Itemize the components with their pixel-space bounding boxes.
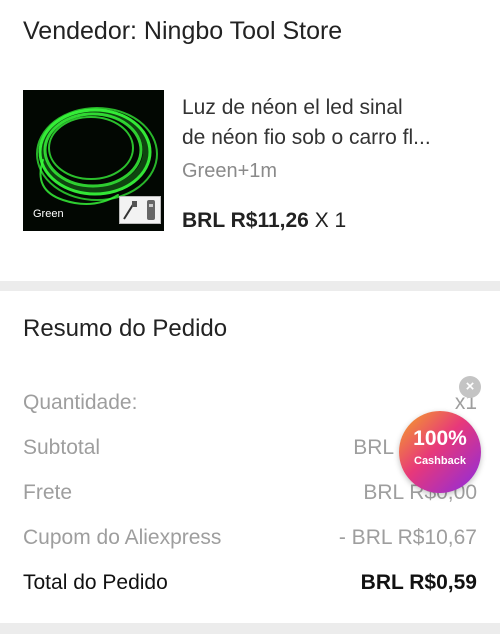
- summary-row-label: Quantidade:: [23, 391, 138, 414]
- product-variant: Green+1m: [182, 160, 278, 182]
- close-icon[interactable]: ×: [459, 376, 481, 398]
- product-image[interactable]: Green: [23, 90, 164, 231]
- product-price: BRL R$11,26: [182, 209, 309, 232]
- seller-card: Vendedor: Ningbo Tool Store Green Luz de…: [0, 0, 500, 281]
- price-row: BRL R$11,26 X 1: [182, 209, 346, 233]
- product-title-line: de néon fio sob o carro fl...: [182, 126, 431, 149]
- cashback-badge[interactable]: 100% Cashback: [399, 411, 481, 493]
- seller-name[interactable]: Vendedor: Ningbo Tool Store: [23, 17, 342, 46]
- image-caption: Green: [33, 208, 64, 220]
- product-title-line: Luz de néon el led sinal: [182, 96, 403, 119]
- summary-row-value: - BRL R$10,67: [338, 526, 477, 549]
- accessory-inset-image: [119, 196, 161, 224]
- summary-title: Resumo do Pedido: [23, 315, 228, 342]
- total-value: BRL R$0,59: [360, 571, 477, 594]
- cashback-percent: 100%: [413, 427, 467, 450]
- cashback-label: Cashback: [414, 455, 466, 467]
- summary-row-shipping: Frete BRL R$0,00: [23, 481, 477, 511]
- summary-row-total: Total do Pedido BRL R$0,59: [23, 571, 477, 601]
- product-quantity: X 1: [314, 209, 347, 232]
- summary-row-coupon: Cupom do Aliexpress - BRL R$10,67: [23, 526, 477, 556]
- summary-row-label: Cupom do Aliexpress: [23, 526, 222, 549]
- summary-row-label: Subtotal: [23, 436, 101, 459]
- product-title[interactable]: Luz de néon el led sinal de néon fio sob…: [182, 93, 482, 153]
- summary-row-quantity: Quantidade: x1: [23, 391, 477, 421]
- summary-row-label: Frete: [23, 481, 73, 504]
- total-label: Total do Pedido: [23, 571, 168, 594]
